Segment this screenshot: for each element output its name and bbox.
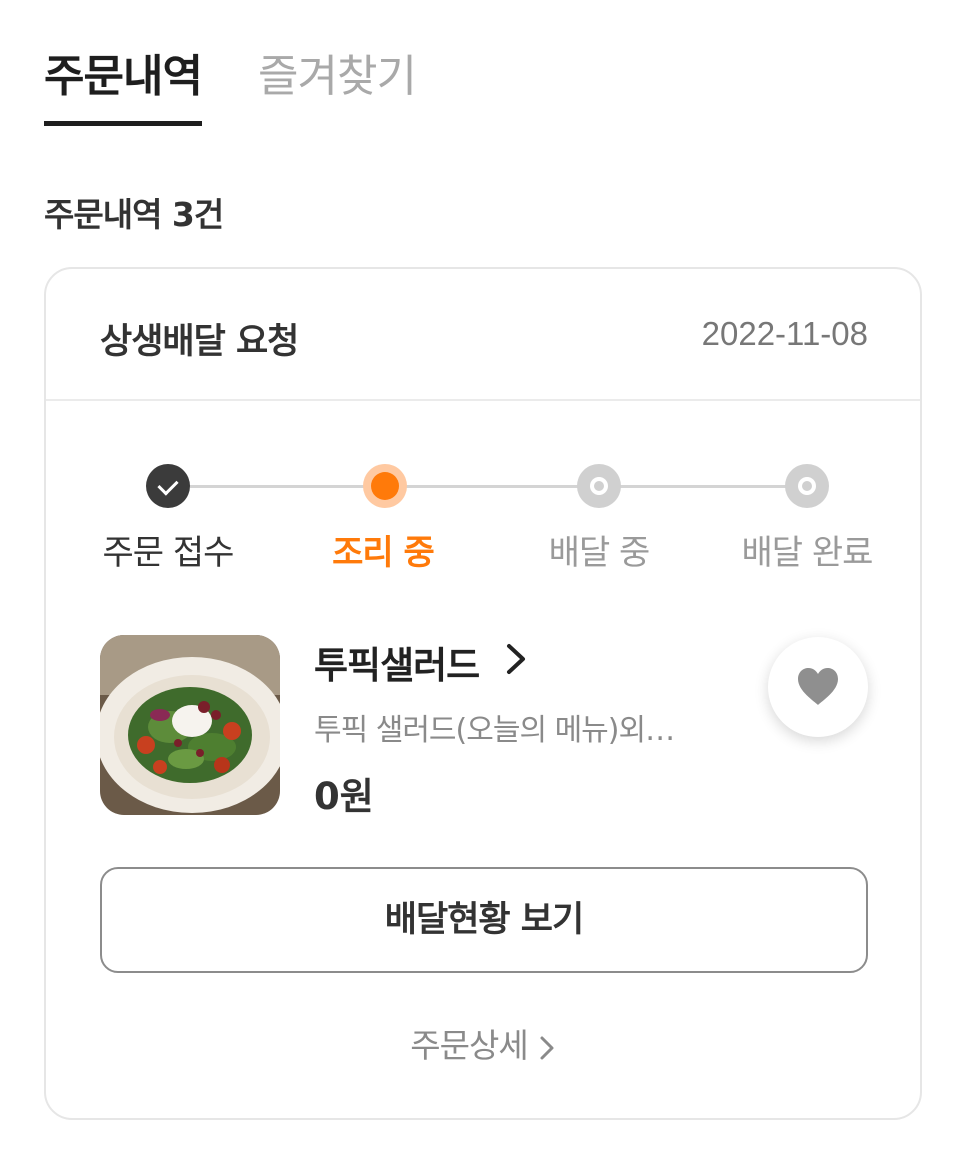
order-price: 0원 — [314, 775, 374, 818]
order-card: 상생배달 요청 2022-11-08 주문 접수 조리 중 배달 중 배달 완료 — [44, 267, 922, 1120]
step-pending-dot — [785, 464, 829, 508]
tab-order-history[interactable]: 주문내역 — [44, 40, 203, 126]
order-count: 주문내역 3건 — [44, 195, 224, 234]
step-label-cooking: 조리 중 — [332, 533, 435, 573]
order-detail-link[interactable]: 주문상세 — [410, 1019, 555, 1067]
order-title: 상생배달 요청 — [100, 322, 299, 362]
order-card-header: 상생배달 요청 2022-11-08 — [46, 269, 920, 401]
salad-image — [100, 635, 280, 815]
order-progress: 주문 접수 조리 중 배달 중 배달 완료 — [46, 459, 920, 579]
step-current-dot — [363, 464, 407, 508]
menu-thumbnail[interactable] — [100, 635, 280, 815]
menu-summary: 투픽 샐러드(오늘의 메뉴)외… — [314, 713, 675, 748]
track-delivery-button[interactable]: 배달현황 보기 — [100, 867, 868, 973]
step-label-delivered: 배달 완료 — [741, 533, 874, 573]
order-detail-link-row: 주문상세 — [46, 1019, 920, 1067]
progress-line — [190, 485, 812, 488]
chevron-right-icon[interactable] — [504, 641, 528, 677]
order-detail-label: 주문상세 — [410, 1026, 528, 1065]
favorite-button[interactable] — [768, 637, 868, 737]
heart-icon — [798, 668, 838, 705]
store-name[interactable]: 투픽샐러드 — [314, 635, 480, 689]
chevron-right-icon — [540, 1036, 554, 1059]
step-label-delivering: 배달 중 — [548, 533, 651, 573]
step-pending-dot — [577, 464, 621, 508]
step-label-received: 주문 접수 — [102, 533, 235, 573]
order-date: 2022-11-08 — [701, 315, 868, 352]
tab-bar: 주문내역 즐겨찾기 — [44, 40, 924, 126]
check-icon — [146, 464, 190, 508]
tab-favorites[interactable]: 즐겨찾기 — [258, 40, 417, 126]
